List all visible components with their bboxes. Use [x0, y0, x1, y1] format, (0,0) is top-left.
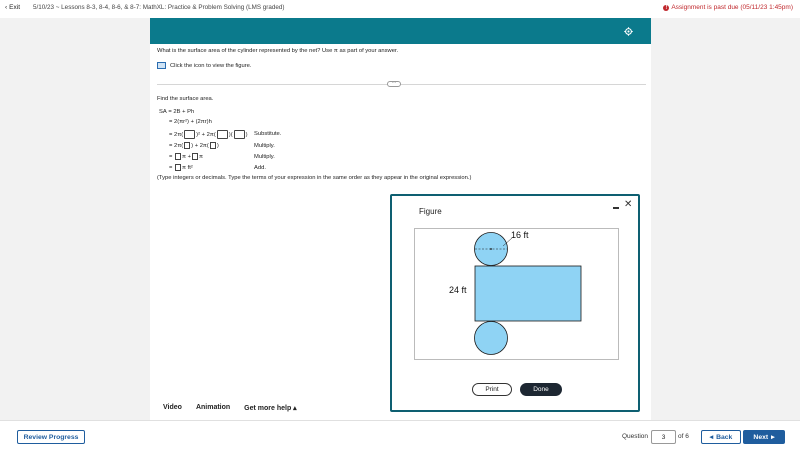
math-expr: 2(πr²) + (2πr)h — [174, 119, 212, 125]
close-icon[interactable]: ✕ — [624, 199, 632, 210]
math-row-2: = 2(πr²) + (2πr)h — [169, 119, 212, 125]
chevron-right-icon: ▸ — [771, 434, 775, 441]
done-button[interactable]: Done — [520, 383, 562, 396]
math-eq: = — [169, 119, 173, 125]
math-row-6: = π ft² — [169, 164, 193, 171]
math-row-5: = π + π — [169, 153, 203, 160]
math-expr: ) — [245, 131, 248, 138]
answer-input-radius[interactable] — [184, 130, 196, 139]
answer-input-radius-2[interactable] — [216, 130, 228, 139]
breadcrumb: 5/10/23 ~ Lessons 8-3, 8-4, 8-6, & 8-7: … — [33, 4, 285, 11]
answer-input-term-1[interactable] — [175, 153, 182, 160]
math-eq: = — [169, 153, 173, 160]
answer-input-rh[interactable] — [209, 142, 216, 149]
animation-link[interactable]: Animation — [196, 404, 230, 412]
math-lhs: SA — [159, 109, 167, 115]
exit-button[interactable]: ‹ Exit — [5, 4, 20, 11]
video-link[interactable]: Video — [163, 404, 182, 412]
exit-label: Exit — [9, 4, 21, 11]
image-icon[interactable] — [157, 62, 166, 69]
question-label: Question — [622, 433, 649, 440]
answer-input-height[interactable] — [233, 130, 245, 139]
math-expr: π — [199, 153, 204, 160]
figure-modal: Figure ✕ 16 ft 24 ft Print Done — [390, 194, 640, 412]
figure-frame — [414, 228, 619, 360]
minimize-icon[interactable] — [613, 207, 619, 209]
input-hint: (Type integers or decimals. Type the ter… — [157, 175, 472, 181]
math-expr: ) + 2π( — [191, 142, 209, 149]
chevron-left-icon: ‹ — [5, 4, 8, 11]
top-bar: ‹ Exit 5/10/23 ~ Lessons 8-3, 8-4, 8-6, … — [0, 0, 800, 18]
back-label: Back — [716, 433, 733, 441]
step-note: Multiply. — [254, 143, 275, 149]
answer-input-total[interactable] — [175, 164, 182, 171]
answer-input-r-squared[interactable] — [184, 142, 191, 149]
math-expr: ) — [216, 142, 219, 149]
figure-link-text: Click the icon to view the figure. — [170, 62, 252, 69]
radius-label: 16 ft — [511, 230, 529, 240]
step-note: Add. — [254, 165, 266, 171]
math-row-1: SA = 2B + Ph — [159, 109, 194, 115]
modal-title: Figure — [419, 207, 442, 216]
math-expr: 2π( — [174, 131, 184, 138]
divider — [157, 84, 646, 85]
step-note: Substitute. — [254, 131, 282, 137]
math-eq: = — [169, 142, 173, 149]
figure-link[interactable]: Click the icon to view the figure. — [157, 62, 252, 69]
past-due-alert: ! Assignment is past due (05/11/23 1:45p… — [663, 4, 793, 11]
math-expr: 2π( — [174, 142, 184, 149]
math-eq: = — [168, 109, 172, 115]
chevron-left-icon: ◂ — [709, 434, 714, 441]
print-button[interactable]: Print — [472, 383, 512, 396]
math-expr: )( — [228, 131, 233, 138]
math-expr: π ft² — [182, 164, 193, 171]
gear-icon[interactable] — [624, 27, 633, 36]
next-label: Next — [753, 433, 769, 441]
question-header-bar — [150, 18, 651, 44]
next-button[interactable]: Next ▸ — [743, 430, 785, 444]
question-number-input[interactable]: 3 — [651, 430, 676, 444]
bottom-circle — [474, 321, 508, 355]
math-expr: )² + 2π( — [196, 131, 216, 138]
center-dot — [490, 248, 492, 250]
get-more-help-link[interactable]: Get more help ▴ — [244, 404, 297, 412]
past-due-text: Assignment is past due (05/11/23 1:45pm) — [671, 4, 793, 11]
math-eq: = — [169, 131, 173, 138]
answer-input-term-2[interactable] — [192, 153, 199, 160]
height-label: 24 ft — [449, 285, 467, 295]
back-button[interactable]: ◂ Back — [701, 430, 741, 444]
math-eq: = — [169, 164, 173, 171]
review-progress-button[interactable]: Review Progress — [17, 430, 85, 444]
question-prompt: What is the surface area of the cylinder… — [157, 48, 399, 54]
question-total: of 6 — [678, 433, 689, 440]
alert-icon: ! — [663, 4, 670, 11]
help-row: Video Animation Get more help ▴ — [163, 404, 297, 412]
math-expr: 2B + Ph — [173, 109, 195, 115]
instruction-text: Find the surface area. — [157, 96, 214, 102]
cylinder-net-figure — [474, 232, 582, 355]
math-row-4: = 2π( ) + 2π( ) — [169, 142, 219, 149]
math-row-3: = 2π( )² + 2π( )( ) — [169, 130, 248, 139]
lateral-rectangle — [474, 265, 582, 322]
expand-handle[interactable]: ··· — [387, 81, 401, 87]
math-expr: π + — [182, 153, 192, 160]
step-note: Multiply. — [254, 154, 275, 160]
